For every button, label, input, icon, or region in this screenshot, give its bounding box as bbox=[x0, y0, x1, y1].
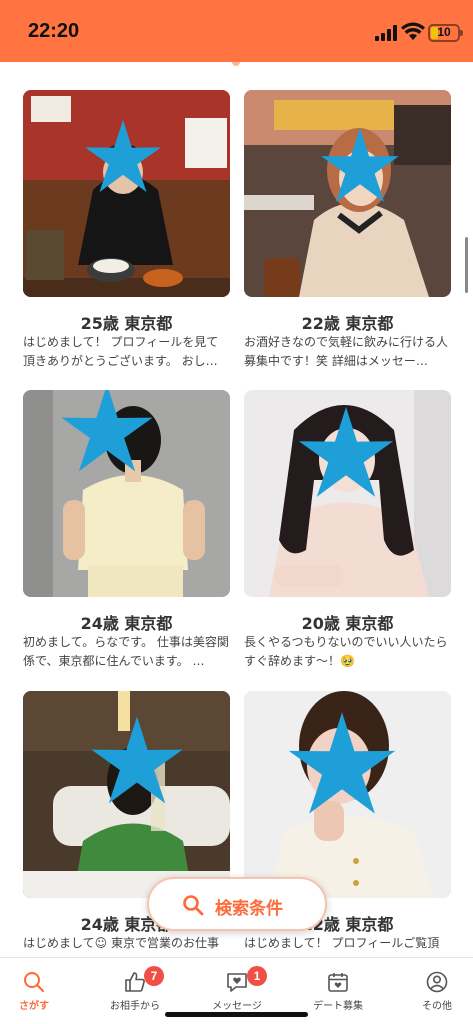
tab-label: デート募集 bbox=[313, 1001, 363, 1012]
profile-description: 初めまして。らなです。 仕事は美容関係で、東京都に住んでいます。 … bbox=[23, 635, 229, 668]
tab-search[interactable]: さがす bbox=[0, 958, 68, 1018]
tab-date-recruit[interactable]: デート募集 bbox=[303, 958, 373, 1018]
home-indicator[interactable] bbox=[165, 1012, 308, 1017]
profile-photo bbox=[244, 390, 451, 597]
search-conditions-button[interactable]: 検索条件 bbox=[147, 877, 327, 931]
chat-heart-icon bbox=[227, 973, 247, 992]
search-conditions-label: 検索条件 bbox=[215, 899, 283, 919]
battery-icon: 10 bbox=[428, 24, 463, 42]
status-time: 22:20 bbox=[28, 20, 80, 42]
profile-age-location: 22歳 東京都 bbox=[301, 314, 394, 333]
tab-others[interactable]: その他 bbox=[405, 958, 469, 1018]
profile-photo bbox=[23, 90, 230, 297]
battery-level: 10 bbox=[437, 25, 451, 39]
likes-badge: 7 bbox=[144, 966, 164, 986]
status-bar: 22:20 10 bbox=[0, 0, 473, 62]
tab-label: お相手から bbox=[110, 1001, 160, 1012]
profile-age-location: 25歳 東京都 bbox=[80, 314, 173, 333]
profile-description: 長くやるつもりないのでいい人いたらすぐ辞めます〜！🥹 bbox=[244, 635, 448, 668]
pull-indicator bbox=[232, 62, 240, 66]
tab-label: さがす bbox=[19, 1001, 49, 1012]
profile-description: お酒好きなので気軽に飲みに行ける人募集中です！笑 詳細はメッセー… bbox=[244, 335, 449, 368]
tab-label: メッセージ bbox=[212, 1001, 262, 1012]
tab-label: その他 bbox=[422, 1001, 452, 1012]
profile-photo bbox=[23, 390, 230, 597]
profile-age-location: 24歳 東京都 bbox=[80, 614, 173, 633]
profile-icon bbox=[426, 971, 448, 993]
profile-age-location: 20歳 東京都 bbox=[301, 614, 394, 633]
profile-photo bbox=[23, 691, 230, 898]
search-icon bbox=[183, 895, 204, 916]
profile-photo bbox=[244, 90, 451, 297]
tab-likes[interactable]: 7 お相手から bbox=[100, 958, 170, 1018]
tab-messages[interactable]: 1 メッセージ bbox=[202, 958, 272, 1018]
wifi-icon bbox=[401, 22, 425, 40]
signal-icon bbox=[375, 25, 397, 41]
calendar-heart-icon bbox=[328, 973, 348, 992]
profile-description: はじめまして！ プロフィールを見て頂きありがとうございます。 おし… bbox=[23, 335, 219, 368]
profile-photo bbox=[244, 691, 451, 898]
scrollbar[interactable] bbox=[465, 237, 468, 293]
messages-badge: 1 bbox=[247, 966, 267, 986]
search-icon bbox=[24, 972, 45, 993]
